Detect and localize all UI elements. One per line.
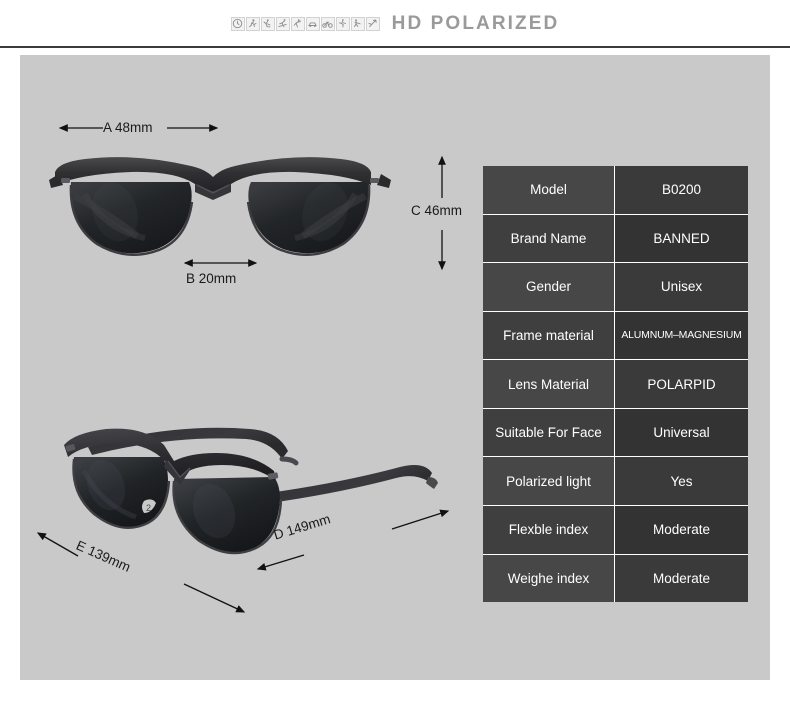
table-row: Flexble index Moderate: [483, 505, 748, 554]
driving-icon: [305, 16, 320, 31]
spec-label: Flexble index: [483, 505, 614, 554]
spec-value: POLARPID: [615, 360, 748, 408]
dimension-label-c: C 46mm: [411, 203, 463, 218]
specification-table: Model B0200 Brand Name BANNED Gender Uni…: [483, 166, 748, 603]
svg-text:2: 2: [146, 503, 151, 513]
dimension-arrow-b: [183, 259, 258, 267]
spec-value: Universal: [615, 408, 748, 457]
spec-label: Polarized light: [483, 457, 614, 505]
spec-value: Moderate: [615, 554, 748, 603]
spec-label: Weighe index: [483, 554, 614, 603]
header-inner: HD POLARIZED: [230, 12, 560, 35]
spec-label: Brand Name: [483, 214, 614, 263]
skiing-icon: [275, 16, 290, 31]
spec-label: Frame material: [483, 311, 614, 360]
spec-value: B0200: [615, 166, 748, 214]
page-header: HD POLARIZED: [0, 0, 790, 47]
cycling-icon: [320, 16, 335, 31]
dimension-label-a: A 48mm: [103, 120, 153, 135]
clock-icon: [230, 16, 245, 31]
header-divider: [0, 46, 790, 48]
table-row: Lens Material POLARPID: [483, 360, 748, 408]
running-icon: [245, 16, 260, 31]
spec-label: Lens Material: [483, 360, 614, 408]
table-row: Weighe index Moderate: [483, 554, 748, 603]
spec-label: Model: [483, 166, 614, 214]
table-row: Model B0200: [483, 166, 748, 214]
table-row: Brand Name BANNED: [483, 214, 748, 263]
spec-value: ALUMNUM–MAGNESIUM: [615, 311, 748, 360]
sport-icon-strip: [230, 16, 380, 31]
spec-value: Moderate: [615, 505, 748, 554]
golf-icon: [260, 16, 275, 31]
dimension-label-b: B 20mm: [186, 271, 237, 286]
spec-value: BANNED: [615, 214, 748, 263]
hiking-icon: [365, 16, 380, 31]
spec-label: Suitable For Face: [483, 408, 614, 457]
dimension-arrow-e: [36, 532, 246, 613]
dimension-arrow-d: [256, 509, 450, 571]
spec-value: Unisex: [615, 263, 748, 311]
table-row: Frame material ALUMNUM–MAGNESIUM: [483, 311, 748, 360]
table-row: Gender Unisex: [483, 263, 748, 311]
skating-icon: [335, 16, 350, 31]
fishing-icon: [350, 16, 365, 31]
spec-label: Gender: [483, 263, 614, 311]
table-row: Suitable For Face Universal: [483, 408, 748, 457]
climbing-icon: [290, 16, 305, 31]
page-title: HD POLARIZED: [391, 12, 560, 34]
spec-value: Yes: [615, 457, 748, 505]
table-row: Polarized light Yes: [483, 457, 748, 505]
